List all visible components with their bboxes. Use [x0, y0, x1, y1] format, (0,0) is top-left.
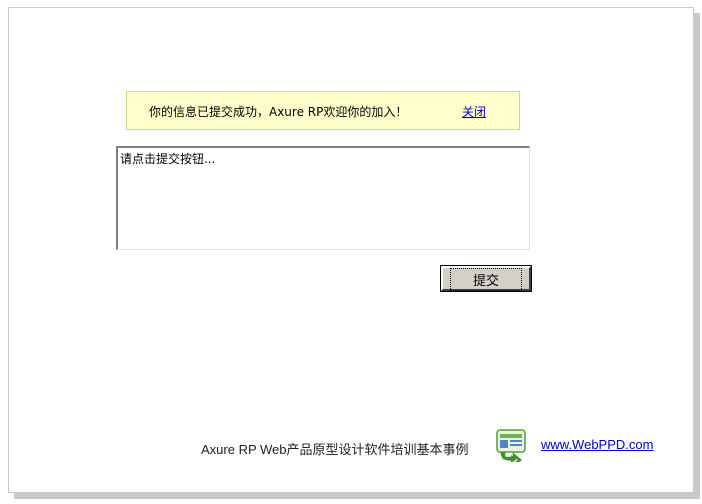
footer-caption: Axure RP Web产品原型设计软件培训基本事例: [201, 442, 469, 457]
message-textarea[interactable]: 请点击提交按钮...: [116, 146, 530, 250]
notice-message: 你的信息已提交成功，Axure RP欢迎你的加入！: [149, 105, 408, 119]
success-notice: 你的信息已提交成功，Axure RP欢迎你的加入！ 关闭: [126, 91, 520, 130]
webppd-logo-icon: [496, 429, 526, 462]
submit-button-label: 提交: [449, 268, 522, 291]
page-frame: [8, 7, 694, 493]
webppd-link[interactable]: www.WebPPD.com: [541, 437, 653, 452]
notice-close-link[interactable]: 关闭: [462, 103, 486, 120]
submit-button[interactable]: 提交: [440, 265, 532, 292]
